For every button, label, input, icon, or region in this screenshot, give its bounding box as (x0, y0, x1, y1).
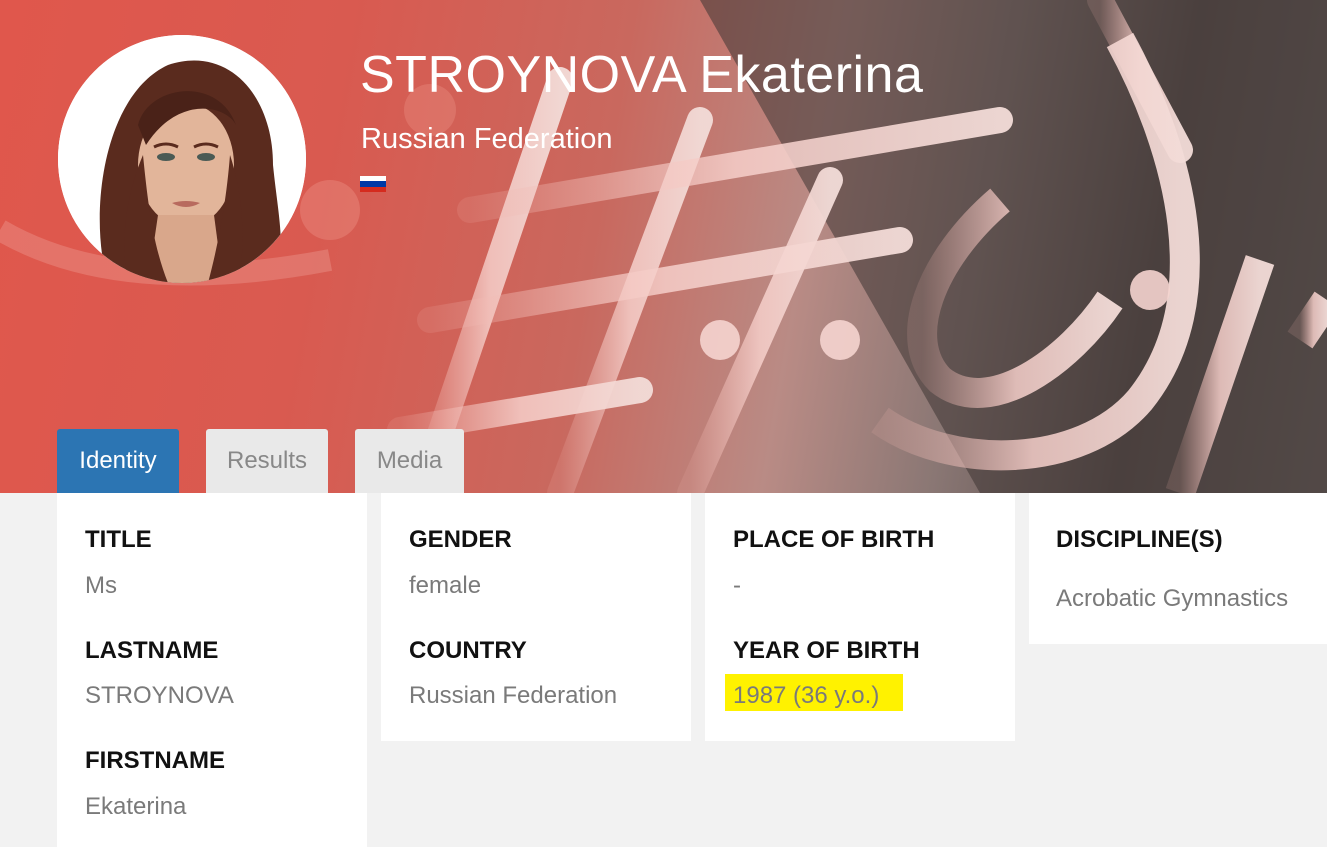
place-of-birth-label: PLACE OF BIRTH (733, 526, 935, 553)
year-of-birth-label: YEAR OF BIRTH (733, 637, 920, 664)
identity-card-gender-country: GENDER female COUNTRY Russian Federation (381, 493, 691, 741)
discipline-value: Acrobatic Gymnastics (1056, 585, 1289, 612)
identity-card-personal: TITLE Ms LASTNAME STROYNOVA FIRSTNAME Ek… (57, 493, 367, 847)
gender-value: female (409, 572, 482, 599)
firstname-value: Ekaterina (85, 793, 187, 820)
country-label: COUNTRY (409, 637, 527, 664)
tab-results[interactable]: Results (206, 429, 328, 493)
firstname-label: FIRSTNAME (85, 747, 225, 774)
athlete-name: STROYNOVA Ekaterina (360, 46, 924, 104)
russia-flag-icon (360, 176, 386, 192)
country-value: Russian Federation (409, 682, 618, 709)
title-value: Ms (85, 572, 117, 599)
year-of-birth-value: 1987 (36 y.o.) (733, 682, 880, 709)
tab-identity[interactable]: Identity (57, 429, 179, 493)
lastname-value: STROYNOVA (85, 682, 234, 709)
athlete-country: Russian Federation (361, 123, 613, 155)
title-label: TITLE (85, 526, 152, 553)
lastname-label: LASTNAME (85, 637, 219, 664)
place-of-birth-value: - (733, 572, 741, 599)
identity-card-discipline: DISCIPLINE(S) Acrobatic Gymnastics (1029, 493, 1327, 644)
identity-card-birth: PLACE OF BIRTH - YEAR OF BIRTH 1987 (36 … (705, 493, 1015, 741)
gender-label: GENDER (409, 526, 512, 553)
athlete-avatar (58, 35, 306, 283)
athlete-photo-icon (58, 35, 306, 283)
discipline-label: DISCIPLINE(S) (1056, 526, 1223, 553)
tab-media[interactable]: Media (355, 429, 464, 493)
profile-banner: STROYNOVA Ekaterina Russian Federation I… (0, 0, 1327, 493)
